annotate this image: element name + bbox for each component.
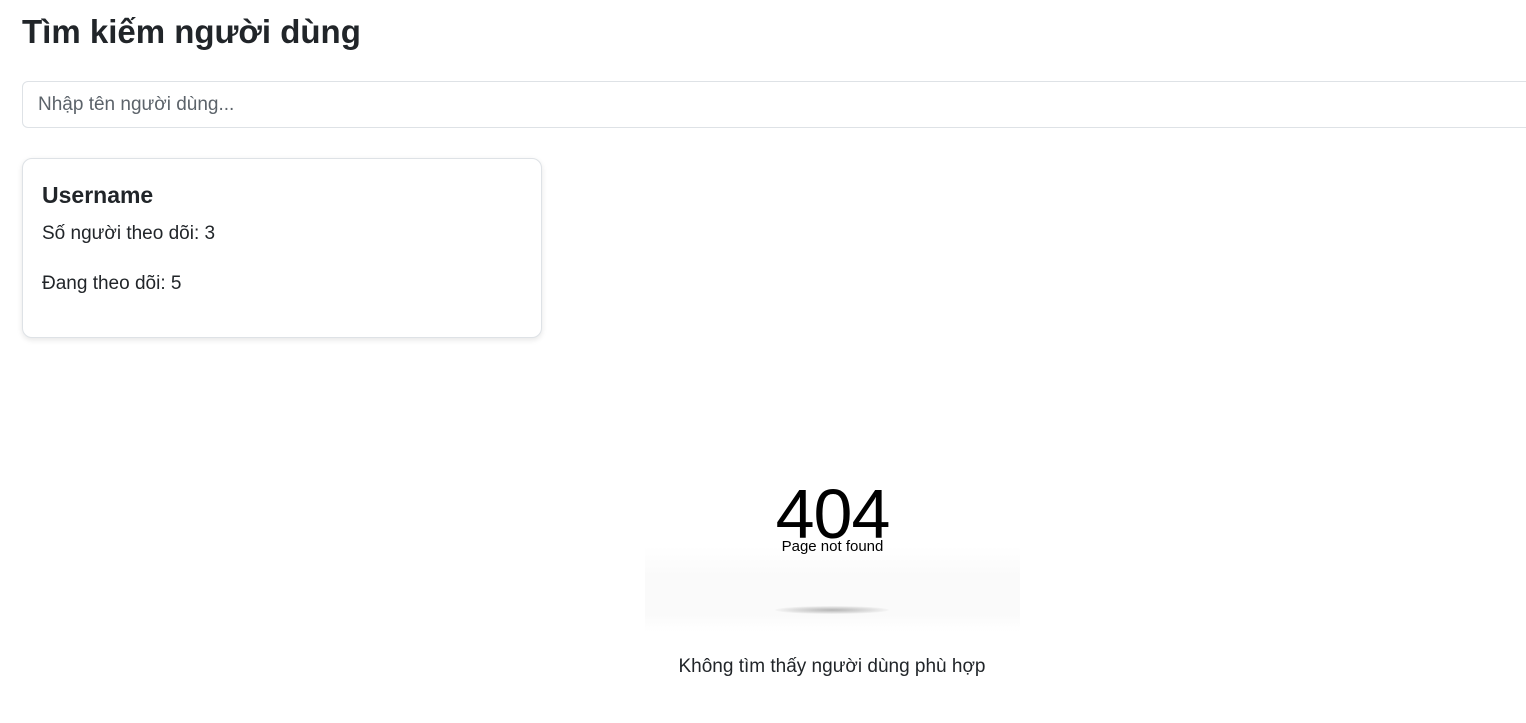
page-title: Tìm kiếm người dùng <box>22 13 361 50</box>
not-found-shadow <box>775 606 889 614</box>
not-found-text: Page not found <box>781 538 884 555</box>
search-input[interactable] <box>22 81 1526 128</box>
following-count: Đang theo dõi: 5 <box>42 273 182 294</box>
not-found-backdrop <box>645 546 1020 632</box>
followers-count: Số người theo dõi: 3 <box>42 223 216 244</box>
user-card[interactable]: Username Số người theo dõi: 3 Đang theo … <box>22 158 542 338</box>
not-found-illustration: 404 Page not found <box>645 478 1020 633</box>
card-username: Username <box>42 182 154 208</box>
page: Tìm kiếm người dùng Username Số người th… <box>0 0 1526 723</box>
empty-result-message: Không tìm thấy người dùng phù hợp <box>678 656 986 677</box>
